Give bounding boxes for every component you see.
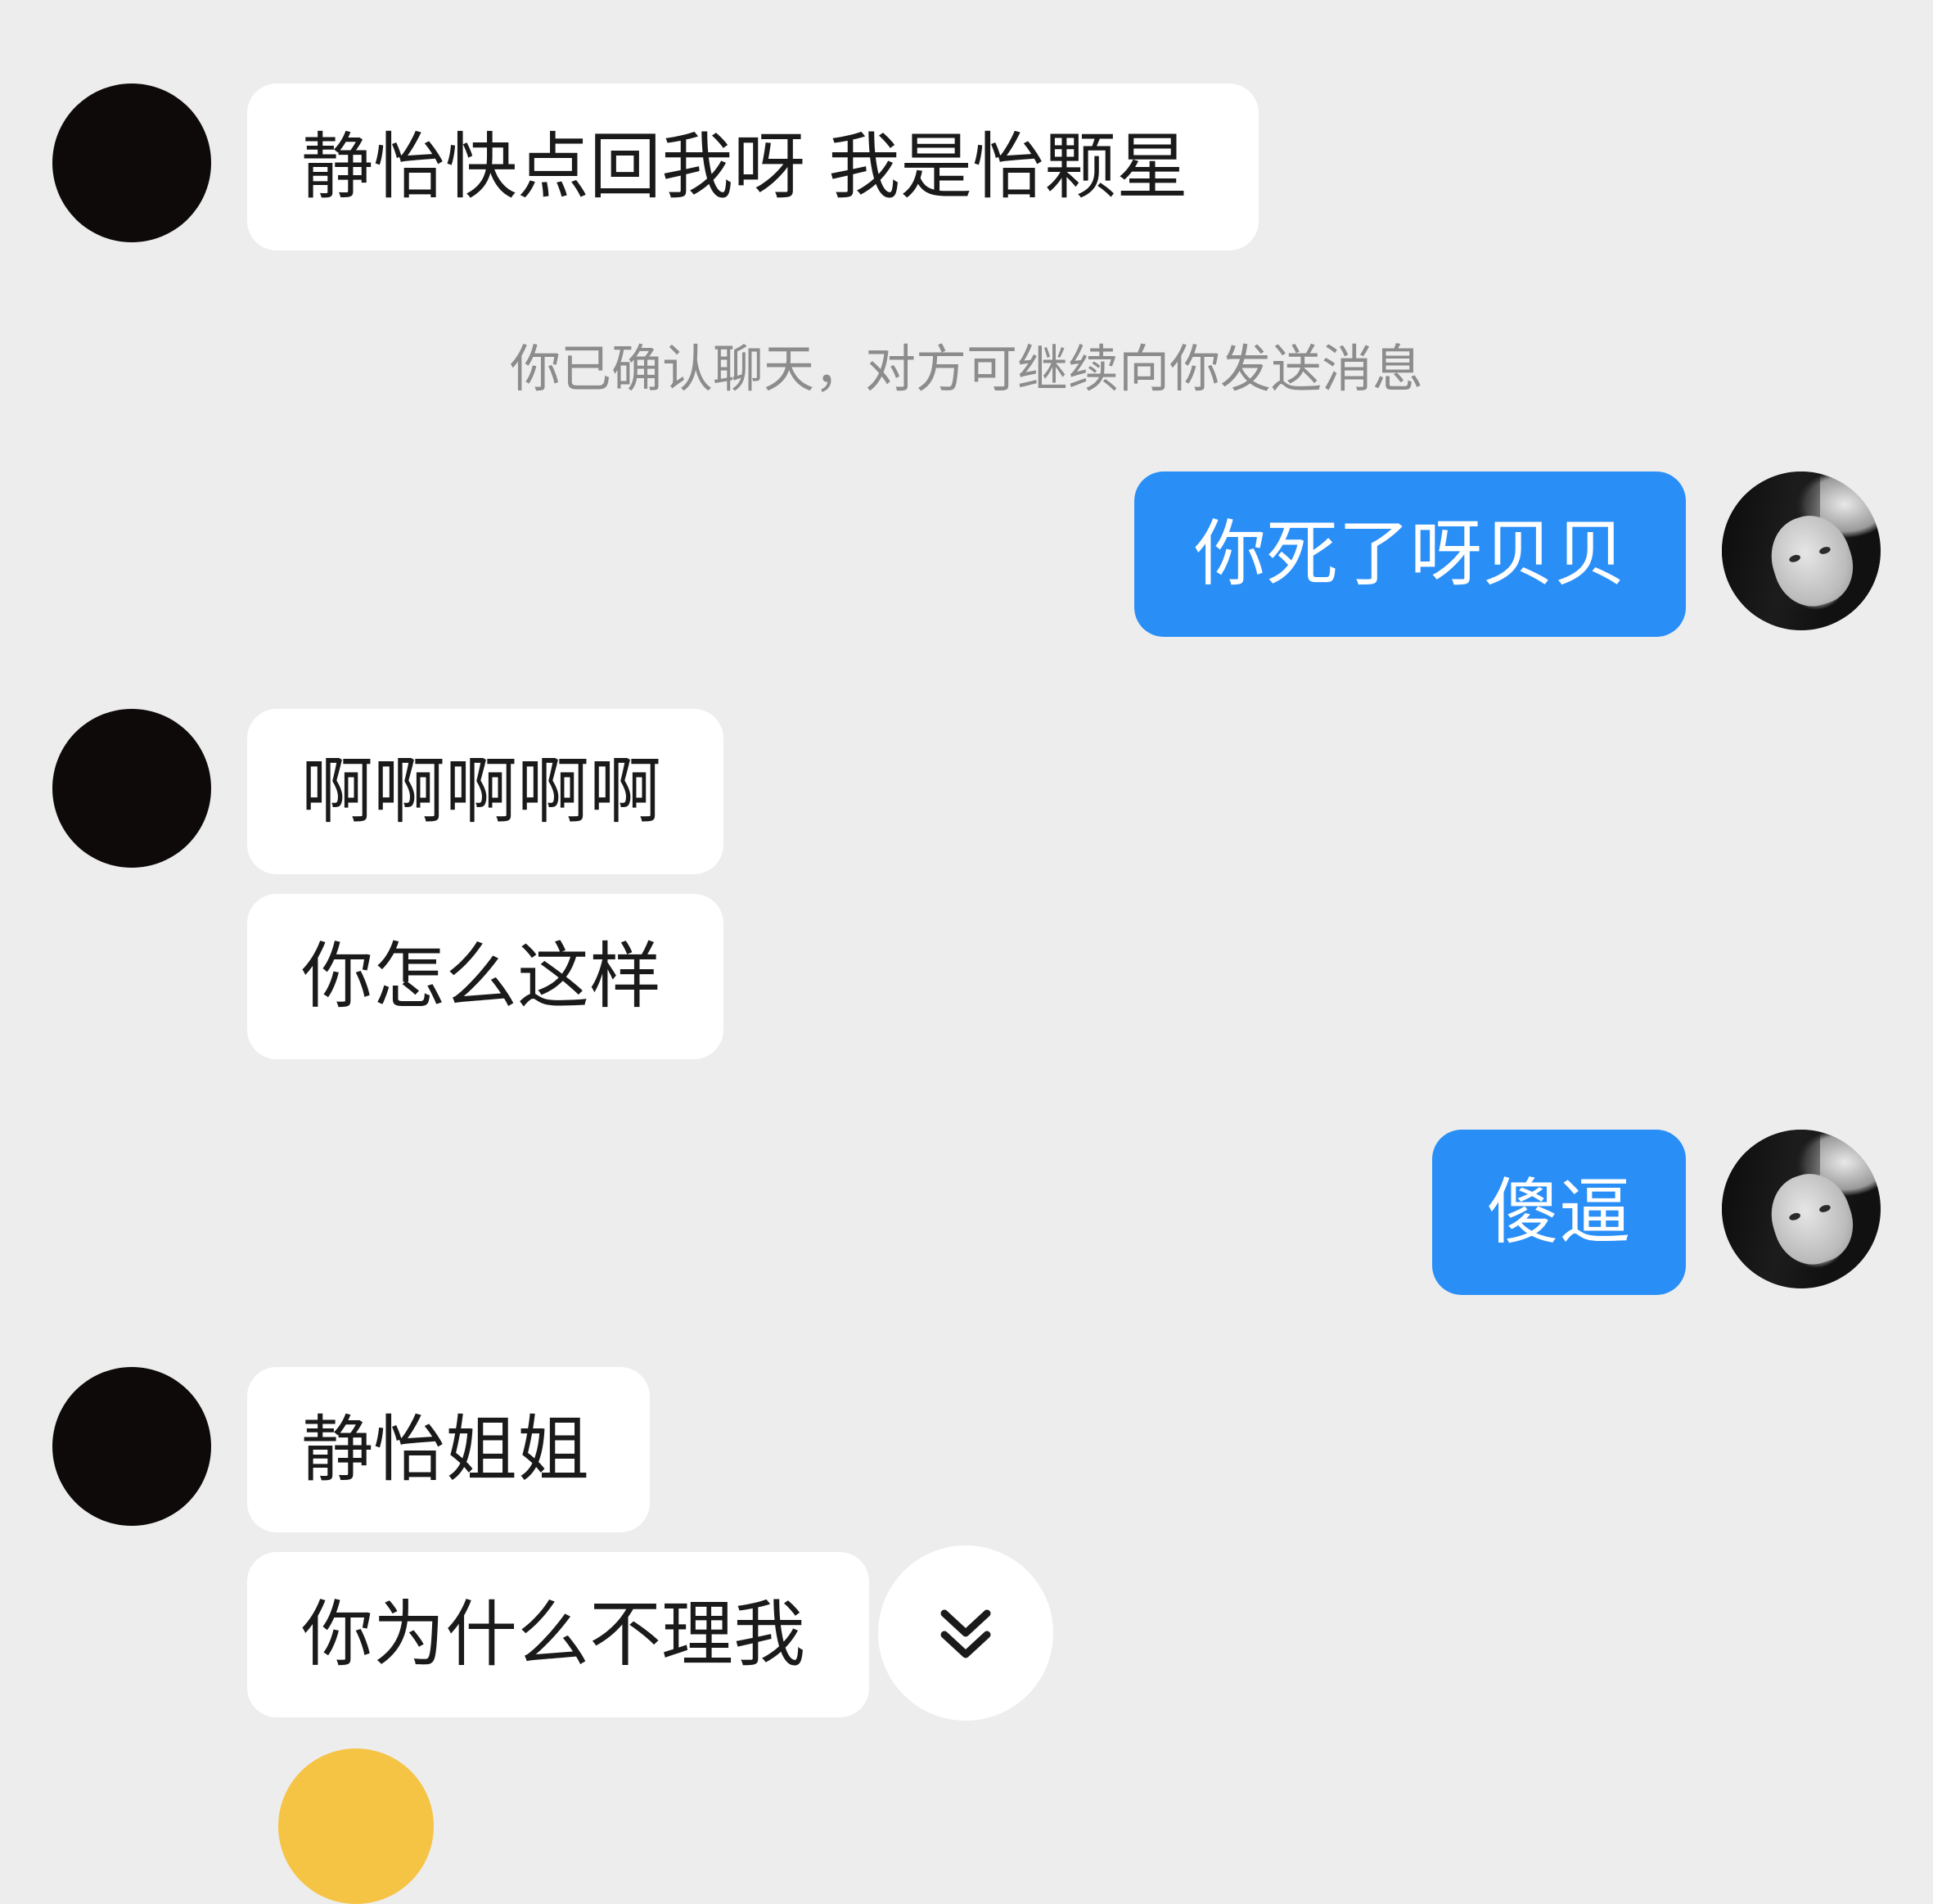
outgoing-message-bubble[interactable]: 你死了呀贝贝 <box>1134 471 1686 637</box>
avatar-eye <box>1788 1211 1802 1222</box>
contact-avatar[interactable] <box>52 83 211 242</box>
double-chevron-down-icon <box>940 1609 991 1658</box>
next-message-avatar[interactable] <box>278 1748 434 1904</box>
incoming-message-bubble[interactable]: 你怎么这样 <box>247 894 723 1059</box>
my-avatar[interactable] <box>1722 471 1881 630</box>
avatar-eye <box>1818 545 1832 556</box>
outgoing-message-bubble[interactable]: 傻逼 <box>1432 1130 1686 1295</box>
message-text: 静怡姐姐 <box>301 1407 590 1491</box>
contact-avatar[interactable] <box>52 1367 211 1526</box>
scroll-to-bottom-button[interactable] <box>878 1545 1053 1721</box>
message-text: 静怡快点回我呀 我是怡颗星 <box>301 124 1188 209</box>
message-text: 傻逼 <box>1486 1170 1631 1254</box>
incoming-message-bubble[interactable]: 静怡姐姐 <box>247 1367 650 1532</box>
message-text: 你为什么不理我 <box>301 1592 806 1676</box>
chat-view: 静怡快点回我呀 我是怡颗星 你已确认聊天，对方可继续向你发送消息 你死了呀贝贝 … <box>0 0 1933 1904</box>
message-text: 你死了呀贝贝 <box>1193 512 1626 596</box>
avatar-eye <box>1818 1203 1832 1214</box>
chat-confirmed-notice: 你已确认聊天，对方可继续向你发送消息 <box>509 339 1423 399</box>
my-avatar[interactable] <box>1722 1130 1881 1288</box>
incoming-message-bubble[interactable]: 静怡快点回我呀 我是怡颗星 <box>247 83 1259 250</box>
message-text: 你怎么这样 <box>301 934 662 1018</box>
incoming-message-bubble[interactable]: 啊啊啊啊啊 <box>247 709 723 874</box>
message-text: 啊啊啊啊啊 <box>301 749 662 833</box>
contact-avatar[interactable] <box>52 709 211 868</box>
incoming-message-bubble[interactable]: 你为什么不理我 <box>247 1552 869 1717</box>
avatar-eye <box>1788 553 1802 564</box>
